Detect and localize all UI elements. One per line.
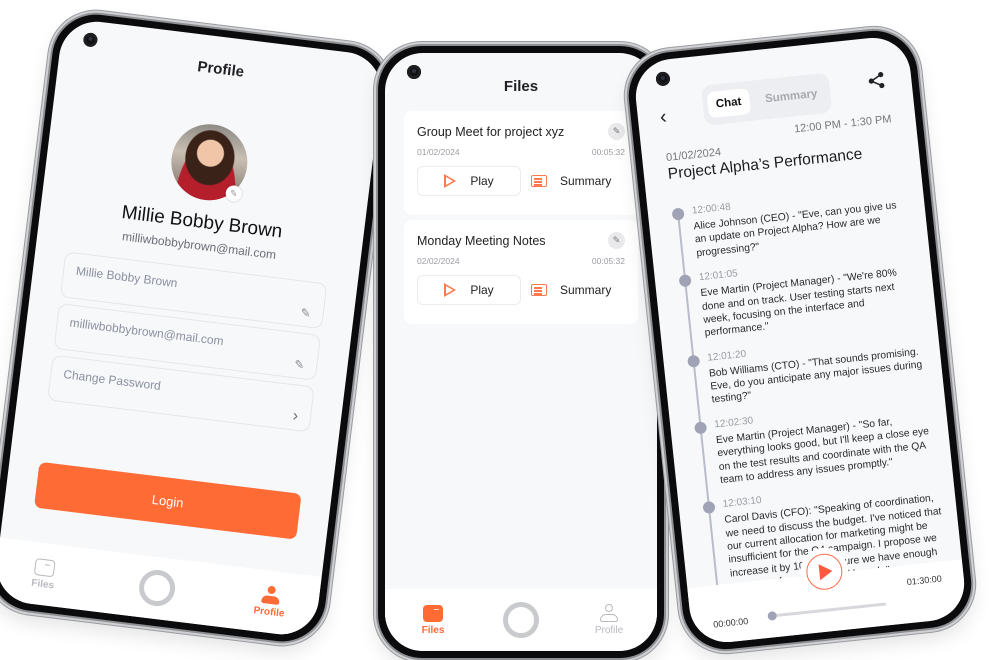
slider-handle[interactable] (767, 610, 778, 621)
nav-item-files[interactable]: Files (20, 556, 67, 592)
meeting-time-range: 12:00 PM - 1:30 PM (793, 113, 893, 136)
chevron-right-icon: › (291, 407, 300, 425)
nav-item-profile[interactable]: Profile (246, 583, 294, 620)
player-current-time: 00:00:00 (712, 615, 749, 630)
play-button[interactable]: Play (417, 275, 521, 305)
chat-phone: ‹ Chat Summary 12:00 PM - 1:30 PM 01/02/… (624, 26, 976, 654)
folder-icon (423, 604, 443, 622)
login-button[interactable]: Login (33, 461, 302, 540)
chat-message: 12:00:48 Alice Johnson (CEO) - "Eve, can… (671, 183, 913, 263)
pencil-icon[interactable]: ✎ (224, 184, 243, 203)
document-icon (531, 284, 547, 296)
play-icon (818, 562, 834, 581)
player-total-time: 01:30:00 (906, 573, 943, 588)
chat-summary-tabs: Chat Summary (700, 72, 833, 126)
camera-icon (655, 71, 671, 87)
person-icon (260, 585, 282, 606)
change-password-label: Change Password (62, 367, 162, 393)
pencil-icon[interactable]: ✎ (300, 306, 312, 321)
back-arrow-icon[interactable]: ‹ (659, 106, 668, 130)
chat-screen: ‹ Chat Summary 12:00 PM - 1:30 PM 01/02/… (632, 34, 968, 646)
file-title: Group Meet for project xyz (417, 124, 565, 139)
summary-button[interactable]: Summary (531, 283, 611, 297)
summary-label: Summary (560, 174, 612, 188)
bottom-nav: Files Profile (0, 537, 322, 639)
bottom-nav: Files Profile (385, 589, 657, 651)
summary-label: Summary (560, 283, 612, 297)
page-title: Profile (196, 58, 245, 81)
play-icon (444, 174, 457, 188)
chat-message: 12:01:20 Bob Williams (CTO) - "That soun… (687, 330, 929, 410)
chat-message: 12:01:05 Eve Martin (Project Manager) - … (678, 250, 922, 343)
home-button[interactable] (503, 602, 539, 638)
tab-chat[interactable]: Chat (706, 88, 751, 119)
timeline-dot (702, 501, 716, 515)
nav-profile-label: Profile (252, 605, 286, 620)
page-title: Files (503, 78, 539, 95)
profile-phone: Profile ✎ Millie Bobby Brown milliwbobby… (0, 9, 394, 647)
timeline-dot (687, 354, 701, 368)
file-date: 02/02/2024 (417, 256, 460, 266)
share-icon[interactable] (866, 71, 886, 91)
file-duration: 00:05:32 (591, 147, 625, 157)
file-card[interactable]: Monday Meeting Notes ✎ 02/02/2024 00:05:… (404, 220, 638, 324)
progress-slider[interactable] (767, 602, 887, 621)
play-label: Play (470, 283, 494, 297)
pencil-icon[interactable]: ✎ (608, 232, 625, 249)
nav-files-label: Files (421, 624, 445, 636)
nav-item-profile[interactable]: Profile (587, 604, 631, 636)
file-card[interactable]: Group Meet for project xyz ✎ 01/02/2024 … (404, 111, 638, 215)
person-icon (599, 604, 619, 622)
email-field-value: milliwbobbybrown@mail.com (68, 315, 225, 349)
document-icon (531, 175, 547, 187)
tab-summary[interactable]: Summary (756, 80, 827, 113)
camera-icon (407, 65, 421, 79)
summary-button[interactable]: Summary (531, 174, 611, 188)
pencil-icon[interactable]: ✎ (608, 123, 625, 140)
timeline-dot (678, 274, 692, 288)
name-field-value: Millie Bobby Brown (75, 263, 179, 291)
nav-files-label: Files (30, 577, 55, 591)
timeline-dot (671, 207, 685, 221)
file-title: Monday Meeting Notes (417, 233, 546, 248)
folder-icon (33, 557, 56, 577)
pencil-icon[interactable]: ✎ (293, 357, 305, 372)
files-phone: Files Group Meet for project xyz ✎ 01/02… (378, 46, 664, 658)
file-date: 01/02/2024 (417, 147, 460, 157)
chat-message: 12:02:30 Eve Martin (Project Manager) - … (694, 396, 938, 489)
play-label: Play (470, 174, 494, 188)
profile-screen: Profile ✎ Millie Bobby Brown milliwbobby… (0, 17, 386, 639)
files-screen: Files Group Meet for project xyz ✎ 01/02… (385, 53, 657, 651)
timeline-dot (694, 421, 708, 435)
play-button[interactable]: Play (417, 166, 521, 196)
play-icon (444, 283, 457, 297)
file-duration: 00:05:32 (591, 256, 625, 266)
nav-item-files[interactable]: Files (411, 604, 455, 636)
nav-profile-label: Profile (594, 625, 624, 636)
home-button[interactable] (137, 567, 178, 609)
avatar[interactable]: ✎ (167, 119, 252, 205)
